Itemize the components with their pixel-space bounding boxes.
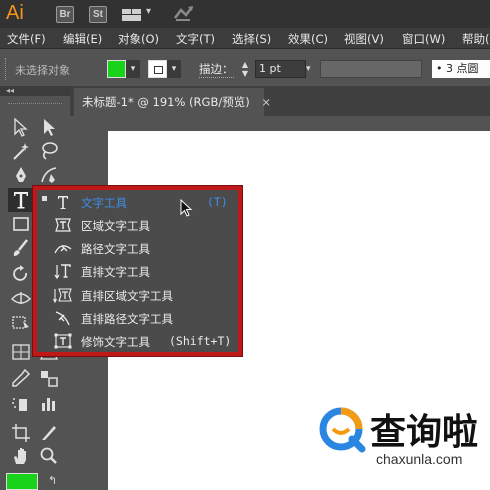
illustrator-logo: Ai	[6, 2, 24, 24]
menu-edit[interactable]: 编辑(E)	[63, 31, 102, 47]
type-tool-icon[interactable]	[9, 189, 33, 211]
stroke-weight-input[interactable]: 1 pt	[255, 60, 306, 78]
panel-grip[interactable]	[8, 103, 62, 106]
vertical-area-type-tool-icon	[53, 286, 73, 304]
stock-button[interactable]: St	[89, 6, 107, 23]
eyedropper-tool-icon[interactable]	[9, 367, 33, 389]
stroke-label[interactable]: 描边：	[199, 61, 234, 78]
curvature-tool-icon[interactable]	[37, 164, 61, 186]
flyout-item-label: 直排路径文字工具	[81, 312, 173, 326]
mouse-cursor-icon	[180, 198, 194, 219]
hand-tool-icon[interactable]	[9, 445, 33, 467]
stroke-color-swatch[interactable]	[148, 60, 167, 78]
fill-color-swatch[interactable]	[107, 60, 126, 78]
document-tab-title: 未标题-1* @ 191% (RGB/预览)	[82, 95, 250, 109]
vertical-type-on-path-tool-icon	[53, 309, 73, 327]
shape-builder-tool-icon[interactable]	[9, 341, 33, 363]
menu-type[interactable]: 文字(T)	[176, 31, 215, 47]
magic-wand-tool-icon[interactable]	[9, 140, 33, 162]
symbol-sprayer-tool-icon[interactable]	[9, 393, 33, 415]
chevron-down-icon[interactable]: ▾	[146, 6, 151, 17]
flyout-item-shortcut: (Shift+T)	[169, 334, 232, 348]
bridge-button[interactable]: Br	[56, 6, 74, 23]
flyout-item-vertical-area-type-tool[interactable]: 直排区域文字工具	[37, 284, 238, 307]
menu-window[interactable]: 窗口(W)	[402, 31, 445, 47]
menu-file[interactable]: 文件(F)	[7, 31, 46, 47]
menu-view[interactable]: 视图(V)	[344, 31, 384, 47]
touch-type-tool-icon	[53, 332, 73, 350]
stroke-weight-stepper[interactable]: ▲ ▼	[238, 60, 252, 78]
zoom-tool-icon[interactable]	[37, 445, 61, 467]
chevron-down-icon[interactable]: ▾	[167, 60, 181, 78]
vertical-type-tool-icon	[53, 262, 73, 280]
selection-tool-icon[interactable]	[9, 116, 33, 138]
rotate-tool-icon[interactable]	[9, 263, 33, 285]
menu-help[interactable]: 帮助(	[462, 31, 490, 47]
panel-grip[interactable]	[5, 58, 8, 80]
flyout-item-shortcut: (T)	[207, 195, 228, 209]
watermark-url: chaxunla.com	[376, 451, 463, 467]
flyout-item-label: 直排文字工具	[81, 265, 150, 279]
variable-width-profile[interactable]	[320, 60, 422, 78]
rectangle-tool-icon[interactable]	[9, 213, 33, 235]
fill-color-box[interactable]	[6, 473, 38, 490]
swap-colors-icon[interactable]: ↰	[48, 474, 57, 487]
flyout-item-type-on-path-tool[interactable]: 路径文字工具	[37, 237, 238, 260]
lasso-tool-icon[interactable]	[37, 140, 61, 162]
direct-selection-tool-icon[interactable]	[37, 116, 61, 138]
brush-definition-field[interactable]: • 3 点圆	[432, 60, 490, 78]
slice-tool-icon[interactable]	[37, 421, 61, 443]
flyout-item-label: 路径文字工具	[81, 242, 150, 256]
paintbrush-tool-icon[interactable]	[9, 237, 33, 259]
close-icon[interactable]: ×	[261, 95, 271, 109]
menu-select[interactable]: 选择(S)	[232, 31, 271, 47]
flyout-item-type-tool[interactable]: 文字工具 (T)	[37, 191, 238, 214]
type-tool-icon	[53, 193, 73, 211]
area-type-tool-icon	[53, 216, 73, 234]
live-paint-bucket-icon[interactable]	[37, 367, 61, 389]
watermark-title: 查询啦	[370, 412, 479, 453]
sync-icon[interactable]	[172, 4, 196, 24]
flyout-item-touch-type-tool[interactable]: 修饰文字工具 (Shift+T)	[37, 330, 238, 353]
artboard-tool-icon[interactable]	[9, 421, 33, 443]
pen-tool-icon[interactable]	[9, 164, 33, 186]
chaxunla-logo	[316, 405, 366, 455]
chevron-down-icon[interactable]: ▾	[126, 60, 140, 78]
width-tool-icon[interactable]	[9, 287, 33, 309]
chevron-down-icon[interactable]: ▾	[306, 60, 318, 78]
free-transform-tool-icon[interactable]	[9, 311, 33, 333]
flyout-item-label: 修饰文字工具	[81, 335, 150, 349]
tools-panel-header[interactable]: ◂◂	[0, 86, 70, 96]
menu-effect[interactable]: 效果(C)	[288, 31, 328, 47]
flyout-item-label: 直排区域文字工具	[81, 289, 173, 303]
selection-status: 未选择对象	[15, 64, 70, 77]
type-on-path-tool-icon	[53, 239, 73, 257]
workspace-layout-icon[interactable]	[122, 7, 146, 21]
flyout-item-vertical-type-on-path-tool[interactable]: 直排路径文字工具	[37, 307, 238, 330]
document-tab[interactable]: 未标题-1* @ 191% (RGB/预览) ×	[74, 88, 271, 116]
flyout-item-area-type-tool[interactable]: 区域文字工具	[37, 214, 238, 237]
flyout-item-vertical-type-tool[interactable]: 直排文字工具	[37, 260, 238, 283]
flyout-item-label: 区域文字工具	[81, 219, 150, 233]
column-graph-tool-icon[interactable]	[37, 393, 61, 415]
menu-object[interactable]: 对象(O)	[118, 31, 159, 47]
flyout-item-label: 文字工具	[81, 196, 127, 210]
